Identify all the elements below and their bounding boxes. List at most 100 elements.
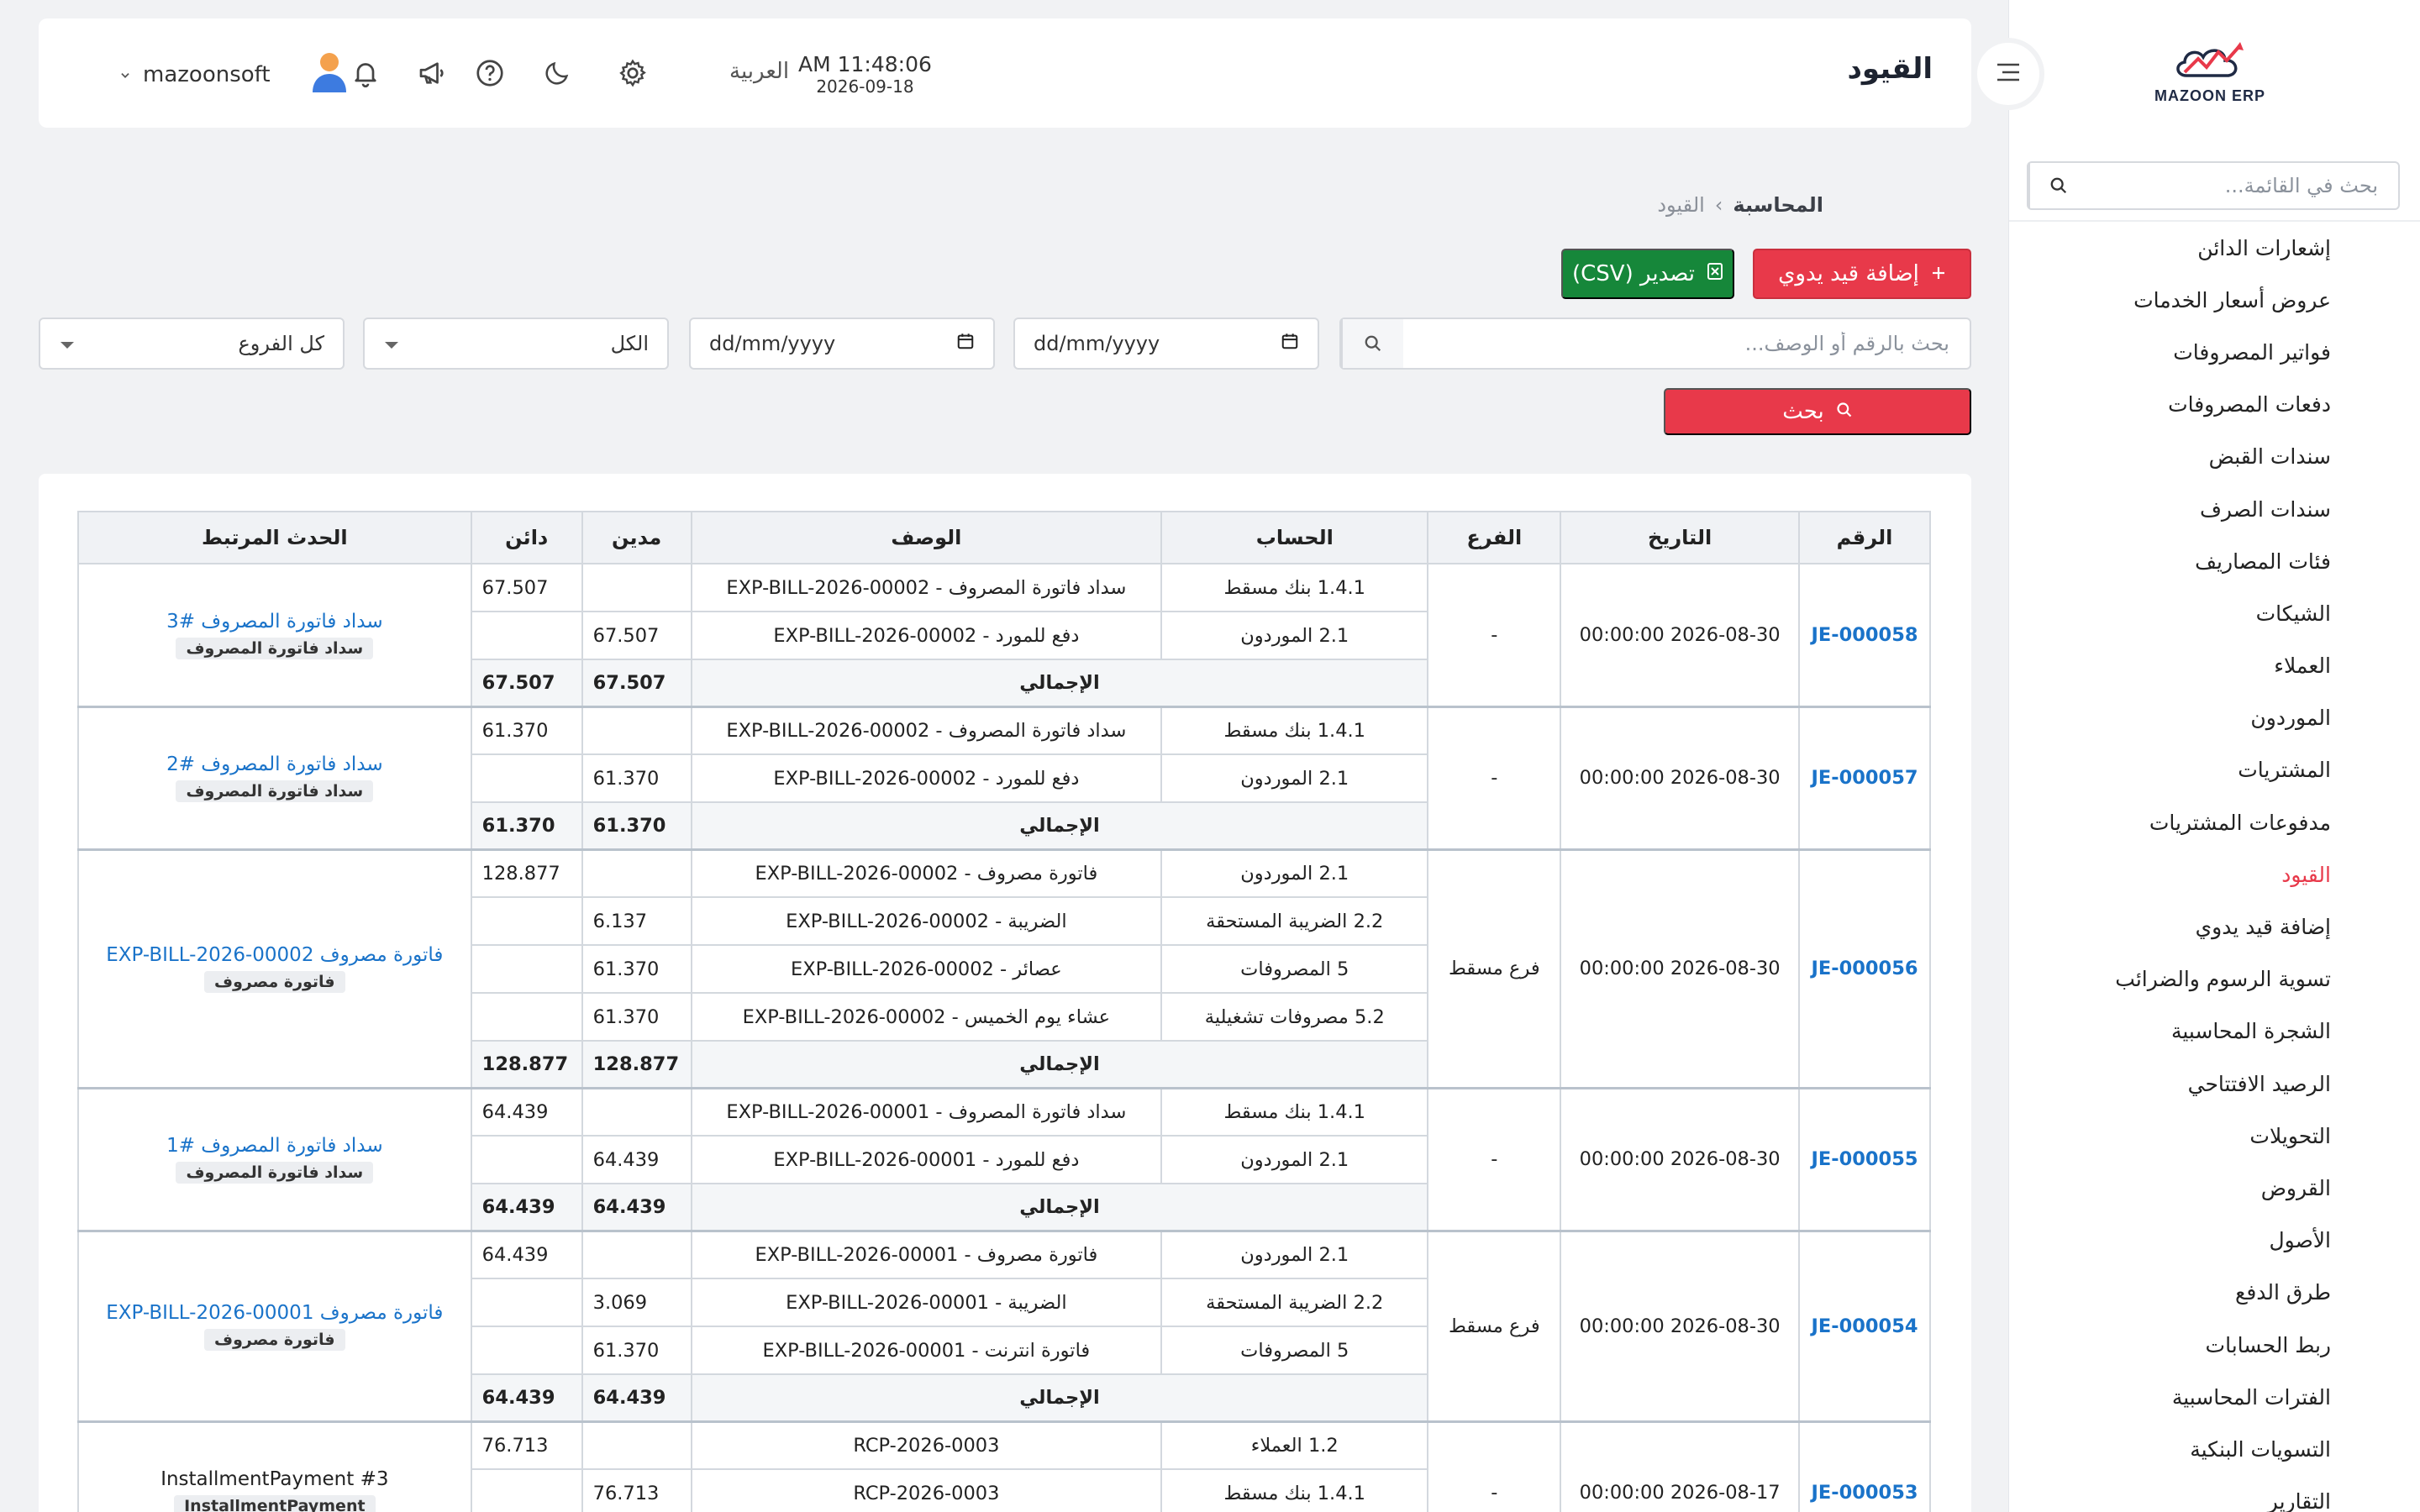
date-from-field[interactable]: dd/mm/yyyy <box>1013 318 1319 370</box>
language-switch[interactable]: العربية <box>729 59 789 84</box>
calendar-icon[interactable] <box>1281 332 1299 355</box>
breadcrumb-current: القيود <box>1657 193 1705 217</box>
total-label: الإجمالي <box>690 1373 1429 1422</box>
related-event-cell: سداد فاتورة المصروف #3 سداد فاتورة المصرو… <box>77 563 472 707</box>
sidebar-item[interactable]: سندات القبض <box>2009 431 2420 483</box>
caret-down-icon <box>59 332 76 355</box>
line-debit: 61.370 <box>581 1326 692 1375</box>
related-event-link[interactable]: سداد فاتورة المصروف #3 <box>89 611 460 633</box>
entry-number-link[interactable]: JE-000054 <box>1812 1315 1918 1337</box>
related-event-badge: InstallmentPayment <box>174 1495 376 1512</box>
branch-select[interactable]: كل الفروع <box>39 318 345 370</box>
user-menu[interactable]: mazoonsoft <box>119 50 348 98</box>
search-button[interactable]: بحث <box>1664 388 1971 435</box>
bell-icon[interactable] <box>346 54 385 92</box>
sidebar-item[interactable]: القيود <box>2009 848 2420 900</box>
entry-branch: فرع مسقط <box>1427 1229 1562 1422</box>
export-csv-button[interactable]: تصدير (CSV) <box>1561 249 1734 299</box>
line-account: 5 المصروفات <box>1160 1326 1429 1375</box>
sidebar-item[interactable]: الأصول <box>2009 1215 2420 1267</box>
question-circle-icon[interactable] <box>471 54 509 92</box>
sidebar-toggle-button[interactable] <box>1972 38 2044 110</box>
type-select[interactable]: الكل <box>363 318 669 370</box>
main-area: القيود AM 11:48:06 2026-09-18 العربية ma… <box>0 0 2044 1512</box>
related-event-link[interactable]: سداد فاتورة المصروف #2 <box>89 753 460 775</box>
col-branch: الفرع <box>1427 511 1562 564</box>
sidebar-item[interactable]: الرصيد الافتتاحي <box>2009 1058 2420 1110</box>
clock-date: 2026-09-18 <box>816 76 914 97</box>
entries-search-input[interactable] <box>1403 332 1970 355</box>
entry-number-link[interactable]: JE-000057 <box>1812 767 1918 789</box>
total-debit: 128.877 <box>581 1040 692 1089</box>
search-icon[interactable] <box>2028 163 2087 208</box>
related-event-link[interactable]: فاتورة مصروف EXP-BILL-2026-00001 <box>89 1302 460 1324</box>
logo[interactable]: MAZOON ERP <box>2151 39 2269 114</box>
journal-entries-table: الرقم التاريخ الفرع الحساب الوصف مدين دا… <box>77 511 1931 1512</box>
sidebar-item[interactable]: الشيكات <box>2009 587 2420 639</box>
sidebar-item[interactable]: مدفوعات المشتريات <box>2009 796 2420 848</box>
sidebar-item[interactable]: سندات الصرف <box>2009 483 2420 535</box>
line-description: دفع للمورد - EXP-BILL-2026-00002 <box>690 611 1163 660</box>
sidebar-item[interactable]: إشعارات الدائن <box>2009 222 2420 274</box>
sidebar-item[interactable]: فئات المصاريف <box>2009 535 2420 587</box>
line-debit: 61.370 <box>581 753 692 803</box>
col-account: الحساب <box>1160 511 1429 564</box>
total-credit: 64.439 <box>470 1373 583 1422</box>
sidebar-item[interactable]: القروض <box>2009 1162 2420 1214</box>
sidebar-item[interactable]: عروض أسعار الخدمات <box>2009 274 2420 326</box>
sidebar-item[interactable]: طرق الدفع <box>2009 1267 2420 1319</box>
line-description: فاتورة مصروف - EXP-BILL-2026-00002 <box>690 848 1163 898</box>
line-debit: 64.439 <box>581 1135 692 1184</box>
related-event-cell: فاتورة مصروف EXP-BILL-2026-00002 فاتورة م… <box>77 848 472 1089</box>
sidebar-item[interactable]: المشتريات <box>2009 744 2420 796</box>
type-select-value: الكل <box>610 332 649 355</box>
entry-number-cell: JE-000056 <box>1798 848 1931 1089</box>
branch-select-value: كل الفروع <box>238 332 324 355</box>
gear-icon[interactable] <box>613 54 652 92</box>
entry-number-link[interactable]: JE-000055 <box>1812 1148 1918 1170</box>
date-to-field[interactable]: dd/mm/yyyy <box>689 318 995 370</box>
moon-icon[interactable] <box>538 54 576 92</box>
sidebar-item[interactable]: ربط الحسابات <box>2009 1319 2420 1371</box>
entry-number-cell: JE-000058 <box>1798 563 1931 707</box>
sidebar-item[interactable]: الشجرة المحاسبية <box>2009 1005 2420 1058</box>
sidebar: MAZOON ERP إشعارات الدائنعروض أسعار الخد… <box>2008 0 2420 1512</box>
total-label: الإجمالي <box>690 1040 1429 1089</box>
line-credit: 61.370 <box>470 705 583 755</box>
line-description: RCP-2026-0003 <box>690 1420 1163 1470</box>
entry-number-link[interactable]: JE-000053 <box>1812 1482 1918 1504</box>
sidebar-item[interactable]: العملاء <box>2009 640 2420 692</box>
entry-date: 2026-08-30 00:00:00 <box>1560 563 1801 707</box>
line-debit: 3.069 <box>581 1278 692 1327</box>
line-description: دفع للمورد - EXP-BILL-2026-00002 <box>690 753 1163 803</box>
calendar-icon[interactable] <box>956 332 975 355</box>
breadcrumb-root[interactable]: المحاسبة <box>1733 193 1823 217</box>
related-event-badge: فاتورة مصروف <box>204 1328 345 1351</box>
related-event-link[interactable]: سداد فاتورة المصروف #1 <box>89 1135 460 1157</box>
add-manual-entry-button[interactable]: إضافة قيد يدوي <box>1753 249 1971 299</box>
line-account: 2.2 الضريبة المستحقة <box>1160 896 1429 946</box>
sidebar-item[interactable]: دفعات المصروفات <box>2009 379 2420 431</box>
table-row: JE-000057 2026-08-30 00:00:00-1.4.1 بنك م… <box>77 705 1931 850</box>
sidebar-item[interactable]: تسوية الرسوم والضرائب <box>2009 953 2420 1005</box>
sidebar-item[interactable]: الفترات المحاسبية <box>2009 1371 2420 1423</box>
entry-number-link[interactable]: JE-000058 <box>1812 624 1918 646</box>
table-header-row: الرقم التاريخ الفرع الحساب الوصف مدين دا… <box>77 511 1931 564</box>
line-description: الضريبة - EXP-BILL-2026-00001 <box>690 1278 1163 1327</box>
total-credit: 61.370 <box>470 801 583 850</box>
sidebar-item[interactable]: التقارير <box>2009 1476 2420 1512</box>
sidebar-item[interactable]: التحويلات <box>2009 1110 2420 1162</box>
entry-number-cell: JE-000057 <box>1798 705 1931 850</box>
related-event-link[interactable]: فاتورة مصروف EXP-BILL-2026-00002 <box>89 944 460 966</box>
sidebar-item[interactable]: التسويات البنكية <box>2009 1423 2420 1475</box>
line-credit: 64.439 <box>470 1229 583 1279</box>
sidebar-search-input[interactable] <box>2087 174 2398 197</box>
sidebar-item[interactable]: إضافة قيد يدوي <box>2009 900 2420 953</box>
entry-number-link[interactable]: JE-000056 <box>1812 958 1918 979</box>
sidebar-item[interactable]: الموردون <box>2009 692 2420 744</box>
line-credit <box>470 896 583 946</box>
line-account: 1.2 العملاء <box>1160 1420 1429 1470</box>
megaphone-icon[interactable] <box>412 54 450 92</box>
sidebar-item[interactable]: فواتير المصروفات <box>2009 326 2420 378</box>
entry-date: 2026-08-30 00:00:00 <box>1560 1229 1801 1422</box>
